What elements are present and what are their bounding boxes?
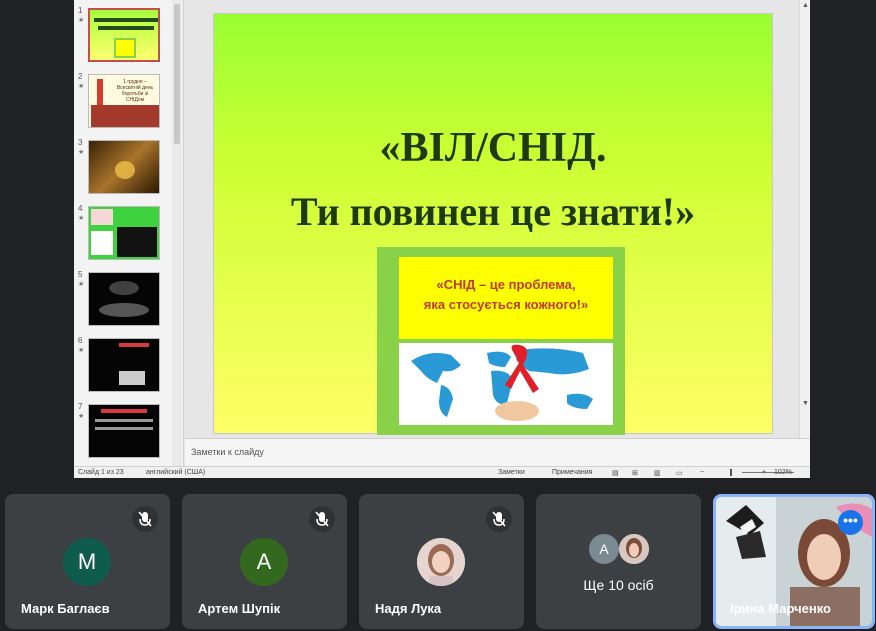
slide-thumbnail-3[interactable]: 3 ★ bbox=[74, 138, 183, 198]
participant-tile[interactable]: A Артем Шупік bbox=[182, 494, 347, 629]
avatar: A bbox=[240, 538, 288, 586]
mic-off-icon bbox=[486, 506, 512, 532]
slide-thumbnail-1[interactable]: 1 ★ bbox=[74, 6, 183, 66]
slideshow-icon[interactable]: ▭ bbox=[676, 469, 683, 477]
thumbnail-image bbox=[88, 140, 160, 194]
avatar: A bbox=[589, 534, 619, 564]
slide-thumbnail-2[interactable]: 2 ★ 1 грудня – Всесвітній день боротьби … bbox=[74, 72, 183, 132]
status-bar: Слайд 1 из 23 английский (США) Заметки П… bbox=[74, 466, 810, 478]
more-participants-tile[interactable]: A Ще 10 осіб bbox=[536, 494, 701, 629]
slide-thumbnail-5[interactable]: 5 ★ bbox=[74, 270, 183, 330]
poster-caption: «СНІД – це проблема, яка стосується кожн… bbox=[399, 257, 613, 339]
thumbnail-image bbox=[88, 8, 160, 62]
scroll-down-arrow-icon[interactable]: ▼ bbox=[802, 400, 809, 407]
notes-placeholder: Заметки к слайду bbox=[191, 447, 264, 457]
mic-off-icon bbox=[132, 506, 158, 532]
transition-star-icon: ★ bbox=[78, 83, 85, 90]
participant-tile[interactable]: M Марк Баглаєв bbox=[5, 494, 170, 629]
transition-star-icon: ★ bbox=[78, 17, 85, 24]
participant-tile[interactable]: Надя Лука bbox=[359, 494, 524, 629]
notes-toggle-button[interactable]: Заметки bbox=[498, 469, 525, 476]
slide-title-line-2: Ти повинен це знати!» bbox=[290, 189, 696, 234]
avatar-photo bbox=[417, 538, 465, 586]
normal-view-icon[interactable]: ▤ bbox=[612, 469, 619, 477]
more-participants-label: Ще 10 осіб bbox=[583, 577, 654, 593]
transition-star-icon: ★ bbox=[78, 281, 85, 288]
slide-thumbnail-4[interactable]: 4 ★ bbox=[74, 204, 183, 264]
thumbnail-number: 7 bbox=[78, 402, 83, 411]
meet-window: 1 ★ 2 ★ 1 грудня – Всесвітній день борот… bbox=[0, 0, 876, 631]
current-slide[interactable]: «ВІЛ/СНІД. Ти повинен це знати!» «СНІД –… bbox=[213, 13, 773, 435]
thumbnail-image bbox=[88, 272, 160, 326]
slide-thumbnail-7[interactable]: 7 ★ bbox=[74, 402, 183, 462]
transition-star-icon: ★ bbox=[78, 149, 85, 156]
thumbnail-image: 1 грудня – Всесвітній день боротьби зі С… bbox=[88, 74, 160, 128]
thumbnail-text: 1 грудня – Всесвітній день боротьби зі С… bbox=[116, 79, 154, 103]
slide-notes-pane[interactable]: Заметки к слайду bbox=[185, 438, 810, 466]
language-indicator[interactable]: английский (США) bbox=[146, 469, 205, 476]
poster-caption-line-1: «СНІД – це проблема, bbox=[436, 277, 576, 292]
thumbnail-number: 4 bbox=[78, 204, 83, 213]
thumbnail-number: 6 bbox=[78, 336, 83, 345]
thumbnail-number: 3 bbox=[78, 138, 83, 147]
reading-view-icon[interactable]: ▥ bbox=[654, 469, 661, 477]
zoom-slider-handle[interactable] bbox=[730, 469, 732, 476]
thumbnail-image bbox=[88, 338, 160, 392]
slide-title-line-1: «ВІЛ/СНІД. bbox=[379, 125, 607, 171]
thumbnail-image bbox=[88, 404, 160, 458]
more-options-button[interactable]: ••• bbox=[838, 510, 863, 535]
transition-star-icon: ★ bbox=[78, 215, 85, 222]
slide-thumbnail-6[interactable]: 6 ★ bbox=[74, 336, 183, 396]
thumbnail-number: 5 bbox=[78, 270, 83, 279]
self-video-tile[interactable]: ••• Ірина Марченко bbox=[713, 494, 875, 629]
thumbnail-number: 1 bbox=[78, 6, 83, 15]
shared-screen-powerpoint: 1 ★ 2 ★ 1 грудня – Всесвітній день борот… bbox=[74, 0, 810, 478]
thumbnail-scrollbar[interactable] bbox=[172, 0, 182, 466]
slide-vertical-scrollbar[interactable]: ▲ ▼ bbox=[799, 0, 810, 438]
mic-off-icon bbox=[309, 506, 335, 532]
thumbnail-number: 2 bbox=[78, 72, 83, 81]
slide-counter: Слайд 1 из 23 bbox=[78, 469, 124, 476]
slide-thumbnail-pane: 1 ★ 2 ★ 1 грудня – Всесвітній день борот… bbox=[74, 0, 184, 466]
world-map-ribbon-icon bbox=[399, 343, 613, 425]
participant-name: Артем Шупік bbox=[198, 601, 281, 616]
slide-editing-area: «ВІЛ/СНІД. Ти повинен це знати!» «СНІД –… bbox=[185, 0, 799, 438]
avatar: M bbox=[63, 538, 111, 586]
participant-name: Марк Баглаєв bbox=[21, 601, 110, 616]
zoom-in-button[interactable]: + bbox=[762, 469, 766, 476]
scroll-up-arrow-icon[interactable]: ▲ bbox=[802, 2, 809, 9]
zoom-level[interactable]: 102% bbox=[774, 469, 792, 476]
slide-sorter-icon[interactable]: ⊞ bbox=[632, 469, 638, 477]
comments-button[interactable]: Примечания bbox=[552, 469, 592, 476]
participant-name: Ірина Марченко bbox=[730, 601, 831, 616]
avatar-photo bbox=[619, 534, 649, 564]
participant-name: Надя Лука bbox=[375, 601, 442, 616]
zoom-out-button[interactable]: − bbox=[700, 469, 704, 476]
transition-star-icon: ★ bbox=[78, 347, 85, 354]
transition-star-icon: ★ bbox=[78, 413, 85, 420]
poster-image: «СНІД – це проблема, яка стосується кожн… bbox=[377, 247, 625, 435]
poster-caption-line-2: яка стосується кожного!» bbox=[423, 297, 589, 312]
thumbnail-image bbox=[88, 206, 160, 260]
